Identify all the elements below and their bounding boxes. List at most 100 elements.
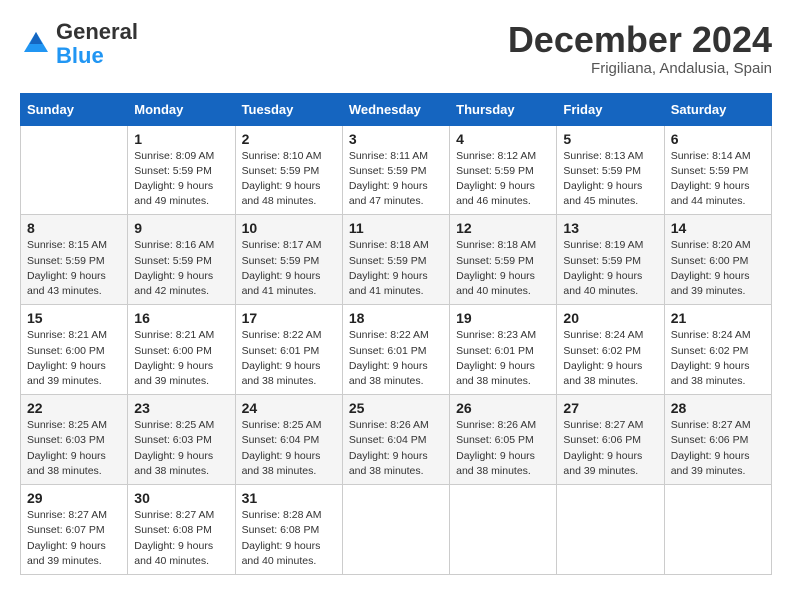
day-info: Sunrise: 8:27 AMSunset: 6:06 PMDaylight:… [671,419,751,477]
calendar-cell: 22 Sunrise: 8:25 AMSunset: 6:03 PMDaylig… [21,395,128,485]
day-number: 29 [27,490,121,506]
calendar-cell: 21 Sunrise: 8:24 AMSunset: 6:02 PMDaylig… [664,305,771,395]
calendar-cell: 8 Sunrise: 8:15 AMSunset: 5:59 PMDayligh… [21,215,128,305]
logo: General Blue [20,20,138,68]
day-info: Sunrise: 8:21 AMSunset: 6:00 PMDaylight:… [134,329,214,387]
weekday-header: Thursday [450,93,557,125]
calendar-cell: 30 Sunrise: 8:27 AMSunset: 6:08 PMDaylig… [128,485,235,575]
day-number: 24 [242,400,336,416]
calendar-week-row: 1 Sunrise: 8:09 AMSunset: 5:59 PMDayligh… [21,125,772,215]
logo-blue: Blue [56,43,104,68]
day-info: Sunrise: 8:15 AMSunset: 5:59 PMDaylight:… [27,239,107,297]
day-info: Sunrise: 8:12 AMSunset: 5:59 PMDaylight:… [456,150,536,208]
day-info: Sunrise: 8:28 AMSunset: 6:08 PMDaylight:… [242,509,322,567]
calendar-table: SundayMondayTuesdayWednesdayThursdayFrid… [20,93,772,575]
calendar-cell: 31 Sunrise: 8:28 AMSunset: 6:08 PMDaylig… [235,485,342,575]
calendar-cell: 14 Sunrise: 8:20 AMSunset: 6:00 PMDaylig… [664,215,771,305]
calendar-cell: 11 Sunrise: 8:18 AMSunset: 5:59 PMDaylig… [342,215,449,305]
calendar-cell: 15 Sunrise: 8:21 AMSunset: 6:00 PMDaylig… [21,305,128,395]
title-block: December 2024 Frigiliana, Andalusia, Spa… [508,20,772,77]
calendar-week-row: 29 Sunrise: 8:27 AMSunset: 6:07 PMDaylig… [21,485,772,575]
calendar-cell [342,485,449,575]
day-number: 27 [563,400,657,416]
calendar-week-row: 22 Sunrise: 8:25 AMSunset: 6:03 PMDaylig… [21,395,772,485]
calendar-cell: 29 Sunrise: 8:27 AMSunset: 6:07 PMDaylig… [21,485,128,575]
day-number: 30 [134,490,228,506]
calendar-cell: 2 Sunrise: 8:10 AMSunset: 5:59 PMDayligh… [235,125,342,215]
weekday-header: Tuesday [235,93,342,125]
day-info: Sunrise: 8:18 AMSunset: 5:59 PMDaylight:… [456,239,536,297]
day-info: Sunrise: 8:13 AMSunset: 5:59 PMDaylight:… [563,150,643,208]
day-number: 16 [134,310,228,326]
day-info: Sunrise: 8:23 AMSunset: 6:01 PMDaylight:… [456,329,536,387]
calendar-cell: 6 Sunrise: 8:14 AMSunset: 5:59 PMDayligh… [664,125,771,215]
calendar-week-row: 8 Sunrise: 8:15 AMSunset: 5:59 PMDayligh… [21,215,772,305]
calendar-cell: 10 Sunrise: 8:17 AMSunset: 5:59 PMDaylig… [235,215,342,305]
day-number: 6 [671,131,765,147]
calendar-cell: 4 Sunrise: 8:12 AMSunset: 5:59 PMDayligh… [450,125,557,215]
day-number: 28 [671,400,765,416]
day-info: Sunrise: 8:22 AMSunset: 6:01 PMDaylight:… [242,329,322,387]
day-number: 5 [563,131,657,147]
day-info: Sunrise: 8:24 AMSunset: 6:02 PMDaylight:… [563,329,643,387]
day-info: Sunrise: 8:25 AMSunset: 6:03 PMDaylight:… [27,419,107,477]
calendar-header-row: SundayMondayTuesdayWednesdayThursdayFrid… [21,93,772,125]
day-info: Sunrise: 8:22 AMSunset: 6:01 PMDaylight:… [349,329,429,387]
weekday-header: Sunday [21,93,128,125]
logo-general: General [56,19,138,44]
day-number: 25 [349,400,443,416]
calendar-cell [21,125,128,215]
calendar-cell: 16 Sunrise: 8:21 AMSunset: 6:00 PMDaylig… [128,305,235,395]
day-info: Sunrise: 8:26 AMSunset: 6:04 PMDaylight:… [349,419,429,477]
day-info: Sunrise: 8:27 AMSunset: 6:07 PMDaylight:… [27,509,107,567]
calendar-cell: 18 Sunrise: 8:22 AMSunset: 6:01 PMDaylig… [342,305,449,395]
calendar-week-row: 15 Sunrise: 8:21 AMSunset: 6:00 PMDaylig… [21,305,772,395]
day-info: Sunrise: 8:25 AMSunset: 6:04 PMDaylight:… [242,419,322,477]
calendar-cell: 19 Sunrise: 8:23 AMSunset: 6:01 PMDaylig… [450,305,557,395]
calendar-cell: 5 Sunrise: 8:13 AMSunset: 5:59 PMDayligh… [557,125,664,215]
day-info: Sunrise: 8:18 AMSunset: 5:59 PMDaylight:… [349,239,429,297]
day-number: 10 [242,220,336,236]
logo-text: General Blue [56,20,138,68]
day-number: 3 [349,131,443,147]
day-number: 13 [563,220,657,236]
day-number: 23 [134,400,228,416]
weekday-header: Wednesday [342,93,449,125]
day-info: Sunrise: 8:19 AMSunset: 5:59 PMDaylight:… [563,239,643,297]
calendar-cell: 24 Sunrise: 8:25 AMSunset: 6:04 PMDaylig… [235,395,342,485]
day-number: 20 [563,310,657,326]
day-info: Sunrise: 8:25 AMSunset: 6:03 PMDaylight:… [134,419,214,477]
location: Frigiliana, Andalusia, Spain [508,60,772,77]
day-info: Sunrise: 8:11 AMSunset: 5:59 PMDaylight:… [349,150,428,208]
calendar-cell: 26 Sunrise: 8:26 AMSunset: 6:05 PMDaylig… [450,395,557,485]
day-info: Sunrise: 8:21 AMSunset: 6:00 PMDaylight:… [27,329,107,387]
day-number: 21 [671,310,765,326]
day-number: 4 [456,131,550,147]
day-info: Sunrise: 8:14 AMSunset: 5:59 PMDaylight:… [671,150,751,208]
day-info: Sunrise: 8:10 AMSunset: 5:59 PMDaylight:… [242,150,322,208]
day-number: 22 [27,400,121,416]
day-number: 18 [349,310,443,326]
day-info: Sunrise: 8:16 AMSunset: 5:59 PMDaylight:… [134,239,214,297]
page-header: General Blue December 2024 Frigiliana, A… [20,20,772,77]
day-info: Sunrise: 8:27 AMSunset: 6:06 PMDaylight:… [563,419,643,477]
calendar-cell [664,485,771,575]
calendar-cell [557,485,664,575]
calendar-cell: 13 Sunrise: 8:19 AMSunset: 5:59 PMDaylig… [557,215,664,305]
calendar-cell: 20 Sunrise: 8:24 AMSunset: 6:02 PMDaylig… [557,305,664,395]
day-info: Sunrise: 8:24 AMSunset: 6:02 PMDaylight:… [671,329,751,387]
calendar-cell: 1 Sunrise: 8:09 AMSunset: 5:59 PMDayligh… [128,125,235,215]
day-info: Sunrise: 8:27 AMSunset: 6:08 PMDaylight:… [134,509,214,567]
day-info: Sunrise: 8:26 AMSunset: 6:05 PMDaylight:… [456,419,536,477]
weekday-header: Monday [128,93,235,125]
calendar-cell: 25 Sunrise: 8:26 AMSunset: 6:04 PMDaylig… [342,395,449,485]
day-number: 9 [134,220,228,236]
day-number: 2 [242,131,336,147]
day-number: 15 [27,310,121,326]
weekday-header: Saturday [664,93,771,125]
calendar-cell: 27 Sunrise: 8:27 AMSunset: 6:06 PMDaylig… [557,395,664,485]
calendar-cell: 9 Sunrise: 8:16 AMSunset: 5:59 PMDayligh… [128,215,235,305]
day-number: 1 [134,131,228,147]
day-info: Sunrise: 8:20 AMSunset: 6:00 PMDaylight:… [671,239,751,297]
day-number: 14 [671,220,765,236]
